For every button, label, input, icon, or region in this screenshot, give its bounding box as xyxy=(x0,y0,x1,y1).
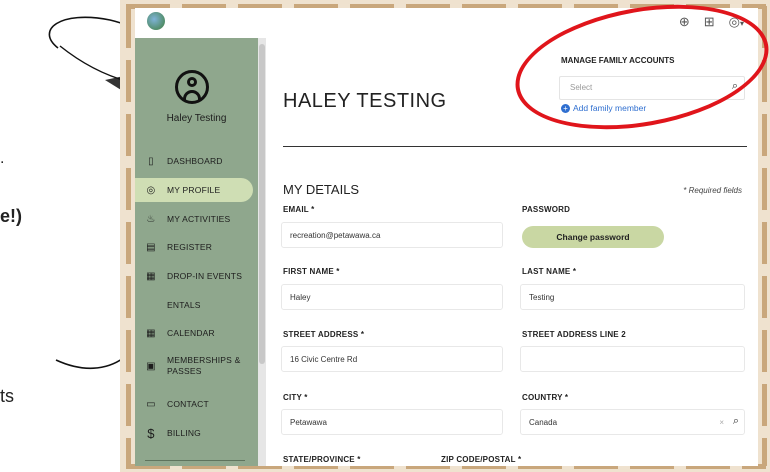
section-title: MY DETAILS xyxy=(283,182,360,197)
sidebar-item-label-line2: PASSES xyxy=(167,366,202,376)
sidebar-item-contact[interactable]: ▭ CONTACT xyxy=(141,392,251,416)
sidebar-divider xyxy=(145,460,245,461)
sidebar-item-label-line1: MEMBERSHIPS & xyxy=(167,355,241,365)
sidebar-item-label: DASHBOARD xyxy=(167,156,223,166)
first-name-value: Haley xyxy=(290,293,311,302)
sidebar-item-dashboard[interactable]: ▯ DASHBOARD xyxy=(141,149,251,173)
sidebar-item-memberships[interactable]: ▣ MEMBERSHIPS & PASSES xyxy=(141,351,251,381)
sidebar-user-name: Haley Testing xyxy=(166,113,227,124)
clear-icon[interactable]: × xyxy=(719,418,724,427)
city-label: CITY * xyxy=(283,393,308,402)
left-fragment-dot: . xyxy=(0,150,5,167)
last-name-field[interactable]: Testing xyxy=(520,284,745,310)
scrollbar-thumb[interactable] xyxy=(259,44,265,364)
page-title: HALEY TESTING xyxy=(283,90,447,112)
membership-icon: ▣ xyxy=(146,360,156,372)
left-fragment-ts: ts xyxy=(0,386,15,406)
first-name-label: FIRST NAME * xyxy=(283,267,340,276)
sidebar-item-label: BILLING xyxy=(167,428,201,438)
sidebar-scrollbar[interactable] xyxy=(258,38,266,466)
street-address-label: STREET ADDRESS * xyxy=(283,330,365,339)
sidebar-item-rentals[interactable]: ENTALS xyxy=(141,293,251,317)
activities-icon: ♨ xyxy=(146,213,156,225)
header-divider xyxy=(283,146,747,147)
country-value: Canada xyxy=(529,418,558,427)
sidebar-item-my-activities[interactable]: ♨ MY ACTIVITIES xyxy=(141,207,251,231)
sidebar-item-label: ENTALS xyxy=(167,300,201,310)
required-note: * Required fields xyxy=(683,186,742,195)
sidebar-item-drop-in-events[interactable]: ▦ DROP-IN EVENTS xyxy=(141,264,251,288)
sidebar-item-label: CALENDAR xyxy=(167,328,215,338)
change-password-button[interactable]: Change password xyxy=(522,226,664,248)
email-field[interactable]: recreation@petawawa.ca xyxy=(281,222,503,248)
sidebar-item-register[interactable]: ▤ REGISTER xyxy=(141,235,251,259)
register-icon: ▤ xyxy=(146,241,156,253)
frame-right-border xyxy=(762,6,767,466)
zip-label: ZIP CODE/POSTAL * xyxy=(441,455,522,464)
country-label: COUNTRY * xyxy=(522,393,569,402)
sidebar-item-label: DROP-IN EVENTS xyxy=(167,271,243,281)
sidebar-item-label: MY ACTIVITIES xyxy=(167,214,231,224)
billing-icon: $ xyxy=(147,425,155,441)
search-icon[interactable]: ⌕ xyxy=(733,415,739,428)
city-field[interactable]: Petawawa xyxy=(281,409,503,435)
country-select[interactable]: Canada × ⌕ xyxy=(520,409,745,435)
email-label: EMAIL * xyxy=(283,205,315,214)
dashboard-icon: ▯ xyxy=(148,155,154,167)
last-name-value: Testing xyxy=(529,293,555,302)
frame-left-border xyxy=(126,6,131,466)
sidebar-item-calendar[interactable]: ▦ CALENDAR xyxy=(141,321,251,345)
city-value: Petawawa xyxy=(290,418,327,427)
sidebar-item-my-profile[interactable]: ◎ MY PROFILE xyxy=(135,178,253,202)
street-address-2-label: STREET ADDRESS LINE 2 xyxy=(522,330,626,339)
state-label: STATE/PROVINCE * xyxy=(283,455,361,464)
sidebar-item-label: MY PROFILE xyxy=(167,185,221,195)
drop-in-icon: ▦ xyxy=(146,270,156,282)
email-value: recreation@petawawa.ca xyxy=(290,231,381,240)
profile-icon: ◎ xyxy=(146,184,156,196)
sidebar: Haley Testing ▯ DASHBOARD ◎ MY PROFILE ♨… xyxy=(135,38,258,466)
street-address-field[interactable]: 16 Civic Centre Rd xyxy=(281,346,503,372)
sidebar-item-label: MEMBERSHIPS & PASSES xyxy=(167,355,240,377)
avatar-icon xyxy=(175,70,209,104)
street-address-value: 16 Civic Centre Rd xyxy=(290,355,358,364)
contact-icon: ▭ xyxy=(146,398,156,410)
sidebar-item-label: CONTACT xyxy=(167,399,209,409)
sidebar-item-billing[interactable]: $ BILLING xyxy=(141,421,251,445)
site-logo[interactable] xyxy=(147,12,165,30)
first-name-field[interactable]: Haley xyxy=(281,284,503,310)
sidebar-item-label: REGISTER xyxy=(167,242,213,252)
street-address-2-field[interactable] xyxy=(520,346,745,372)
left-fragment-bold: e!) xyxy=(0,206,22,226)
calendar-icon: ▦ xyxy=(146,327,156,339)
last-name-label: LAST NAME * xyxy=(522,267,577,276)
password-label: PASSWORD xyxy=(522,205,571,214)
